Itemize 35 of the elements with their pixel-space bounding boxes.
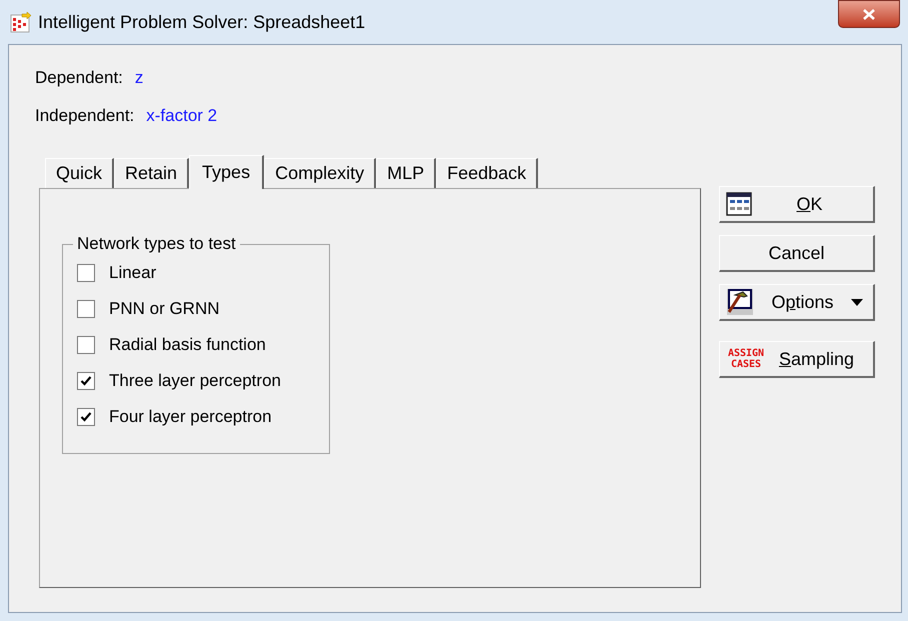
tab[interactable]: MLP bbox=[376, 158, 436, 188]
tab[interactable]: Retain bbox=[114, 158, 190, 188]
checkbox[interactable] bbox=[77, 264, 95, 282]
checkbox[interactable] bbox=[77, 300, 95, 318]
assign-cases-icon: ASSIGN CASES bbox=[726, 348, 766, 370]
field-label: Dependent: bbox=[35, 67, 123, 89]
field-value: x-factor 2 bbox=[146, 104, 218, 126]
checkbox-label: PNN or GRNN bbox=[109, 298, 220, 320]
tab[interactable]: Quick bbox=[45, 158, 114, 188]
table-icon bbox=[726, 192, 752, 216]
tab[interactable]: Complexity bbox=[264, 158, 376, 188]
field-value: z bbox=[134, 67, 144, 89]
tab[interactable]: Feedback bbox=[436, 158, 538, 188]
app-icon bbox=[10, 11, 32, 33]
check-icon bbox=[80, 411, 92, 423]
checkbox-label: Linear bbox=[109, 262, 156, 284]
close-button[interactable] bbox=[838, 0, 900, 28]
checkbox-label: Radial basis function bbox=[109, 334, 266, 356]
check-icon bbox=[80, 375, 92, 387]
checkbox[interactable] bbox=[77, 408, 95, 426]
checkbox-label: Four layer perceptron bbox=[109, 406, 272, 428]
dialog-button[interactable]: Options bbox=[719, 284, 875, 321]
dialog-button[interactable]: ASSIGN CASES Sampling bbox=[719, 341, 875, 378]
dropdown-arrow-icon bbox=[851, 298, 863, 306]
close-icon bbox=[863, 8, 875, 20]
group-title: Network types to test bbox=[73, 234, 240, 254]
checkbox[interactable] bbox=[77, 372, 95, 390]
tab[interactable]: Types bbox=[189, 155, 264, 189]
field-label: Independent: bbox=[35, 104, 134, 126]
checkbox-label: Three layer perceptron bbox=[109, 370, 281, 392]
dialog-button[interactable]: Cancel bbox=[719, 235, 875, 272]
hammer-icon bbox=[726, 288, 754, 316]
checkbox[interactable] bbox=[77, 336, 95, 354]
dialog-button[interactable]: OK bbox=[719, 186, 875, 223]
window-title: Intelligent Problem Solver: Spreadsheet1 bbox=[38, 10, 366, 34]
